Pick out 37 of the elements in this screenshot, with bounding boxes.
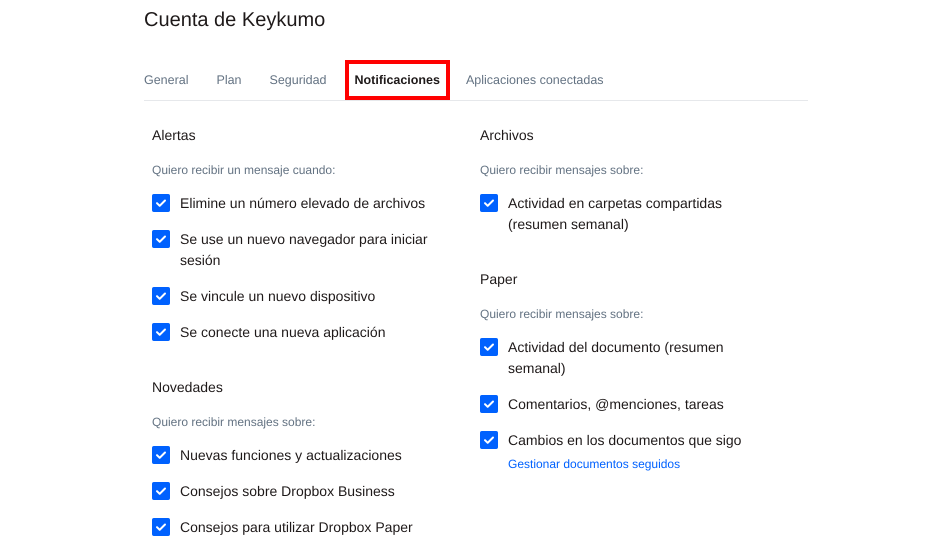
checkbox-label: Se use un nuevo navegador para iniciar sesión <box>180 230 429 270</box>
checkbox-label: Nuevas funciones y actualizaciones <box>180 446 403 465</box>
checkbox[interactable] <box>152 518 170 536</box>
checkbox-label: Se conecte una nueva aplicación <box>180 323 386 342</box>
tab[interactable]: Notificaciones <box>344 60 450 100</box>
checkbox[interactable] <box>152 194 170 212</box>
tab[interactable]: Seguridad <box>260 60 337 100</box>
tab[interactable]: General <box>134 60 198 100</box>
checkbox-label: Actividad en carpetas compartidas (resumen semanal) <box>508 194 723 234</box>
checkbox[interactable] <box>152 287 170 305</box>
tab[interactable]: Aplicaciones conectadas <box>456 60 614 100</box>
checkbox-label: Se vincule un nuevo dispositivo <box>180 287 376 306</box>
checkbox[interactable] <box>152 446 170 464</box>
page-title: Cuenta de Keykumo <box>144 9 326 33</box>
section-heading: Archivos <box>480 127 535 143</box>
checkbox[interactable] <box>480 395 498 413</box>
section-subtitle: Quiero recibir mensajes sobre: <box>480 163 644 177</box>
section-subtitle: Quiero recibir un mensaje cuando: <box>152 163 336 177</box>
checkbox-label: Elimine un número elevado de archivos <box>180 194 426 213</box>
checkbox-label: Actividad del documento (resumen semanal) <box>508 338 725 378</box>
checkbox-label: Consejos sobre Dropbox Business <box>180 482 396 501</box>
tab[interactable]: Plan <box>206 60 252 100</box>
section-heading: Novedades <box>152 379 224 395</box>
section-subtitle: Quiero recibir mensajes sobre: <box>152 415 316 429</box>
checkbox[interactable] <box>152 230 170 248</box>
checkbox[interactable] <box>152 323 170 341</box>
section-heading: Paper <box>480 271 518 287</box>
checkbox-label: Comentarios, @menciones, tareas <box>508 395 725 414</box>
checkbox[interactable] <box>480 338 498 356</box>
section-heading: Alertas <box>152 127 197 143</box>
checkbox[interactable] <box>152 482 170 500</box>
checkbox-label: Consejos para utilizar Dropbox Paper <box>180 518 414 537</box>
checkbox[interactable] <box>480 194 498 212</box>
checkbox-label: Cambios en los documentos que sigo <box>508 431 742 450</box>
section-subtitle: Quiero recibir mensajes sobre: <box>480 307 644 321</box>
checkbox[interactable] <box>480 431 498 449</box>
manage-link[interactable]: Gestionar documentos seguidos <box>508 457 680 471</box>
